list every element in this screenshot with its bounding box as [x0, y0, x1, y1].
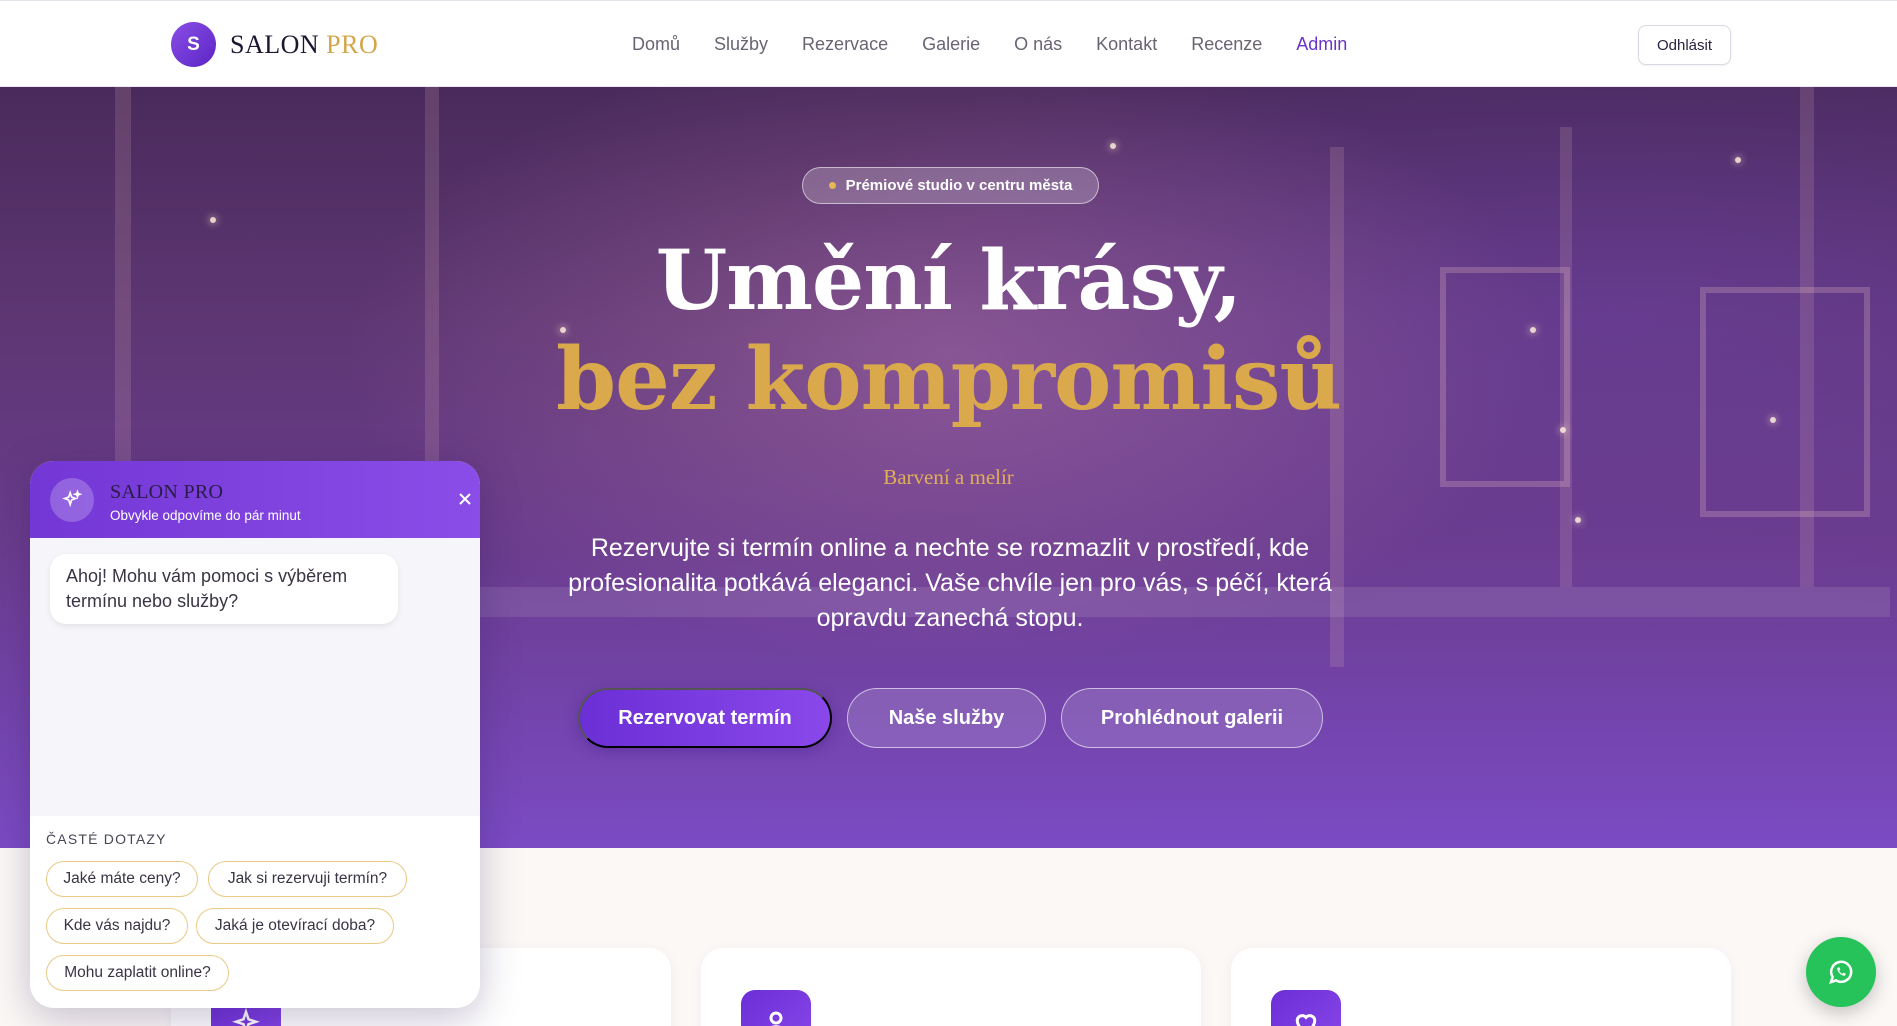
hero-bg-light — [210, 217, 216, 223]
nav-link-rezervace[interactable]: Rezervace — [785, 34, 905, 55]
chat-messages: Ahoj! Mohu vám pomoci s výběrem termínu … — [30, 538, 480, 816]
hero-bg-light — [1560, 427, 1566, 433]
brand-mark: S — [171, 22, 216, 67]
faq-chip-booking[interactable]: Jak si rezervuji termín? — [208, 861, 407, 897]
hero-title-line-1: Umění krásy, — [655, 233, 1242, 329]
nav-link-admin[interactable]: Admin — [1279, 34, 1364, 55]
faq-chip-location[interactable]: Kde vás najdu? — [46, 908, 188, 944]
feature-card — [701, 948, 1201, 1026]
hero-bg-light — [1110, 143, 1116, 149]
chat-message-bot: Ahoj! Mohu vám pomoci s výběrem termínu … — [50, 554, 398, 624]
view-gallery-button[interactable]: Prohlédnout galerii — [1061, 688, 1323, 748]
brand-name-accent: PRO — [326, 29, 379, 59]
chat-header: SALON PRO Obvykle odpovíme do pár minut — [30, 461, 480, 538]
nav-link-o-nas[interactable]: O nás — [997, 34, 1079, 55]
nav-link-kontakt[interactable]: Kontakt — [1079, 34, 1174, 55]
nav-link-sluzby[interactable]: Služby — [697, 34, 785, 55]
our-services-button[interactable]: Naše služby — [847, 688, 1046, 748]
hero-title-line-2: bez kompromisů — [556, 329, 1342, 430]
faq-label: ČASTÉ DOTAZY — [46, 831, 167, 847]
badge-dot-icon — [828, 182, 836, 189]
chat-title: SALON PRO — [110, 481, 224, 503]
top-navbar: S SALON PRO Domů Služby Rezervace Galeri… — [0, 0, 1897, 87]
heart-icon — [1271, 990, 1341, 1026]
chat-widget: SALON PRO Obvykle odpovíme do pár minut … — [30, 461, 480, 1008]
nav-link-galerie[interactable]: Galerie — [905, 34, 997, 55]
brand-name: SALON PRO — [230, 30, 378, 60]
faq-chip-hours[interactable]: Jaká je otevírací doba? — [196, 908, 394, 944]
brand-name-main: SALON — [230, 29, 320, 59]
hero-bg-light — [1575, 517, 1581, 523]
logout-button[interactable]: Odhlásit — [1638, 25, 1731, 65]
hero-description: Rezervujte si termín online a nechte se … — [568, 534, 1332, 632]
book-appointment-button[interactable]: Rezervovat termín — [578, 688, 832, 748]
feature-card — [1231, 948, 1731, 1026]
whatsapp-icon[interactable] — [1806, 937, 1876, 1007]
chat-status: Obvykle odpovíme do pár minut — [110, 508, 301, 523]
faq-chip-prices[interactable]: Jaké máte ceny? — [46, 861, 198, 897]
user-icon — [741, 990, 811, 1026]
faq-chip-payment[interactable]: Mohu zaplatit online? — [46, 955, 229, 991]
main-nav: Domů Služby Rezervace Galerie O nás Kont… — [615, 1, 1364, 88]
sparkles-icon — [50, 478, 94, 522]
close-icon[interactable] — [453, 487, 477, 511]
hero-badge: Prémiové studio v centru města — [802, 167, 1099, 204]
hero-badge-text: Prémiové studio v centru města — [845, 177, 1073, 194]
nav-link-domu[interactable]: Domů — [615, 34, 697, 55]
nav-link-recenze[interactable]: Recenze — [1174, 34, 1279, 55]
brand-logo[interactable]: S SALON PRO — [171, 22, 378, 67]
hero-bg-light — [1735, 157, 1741, 163]
